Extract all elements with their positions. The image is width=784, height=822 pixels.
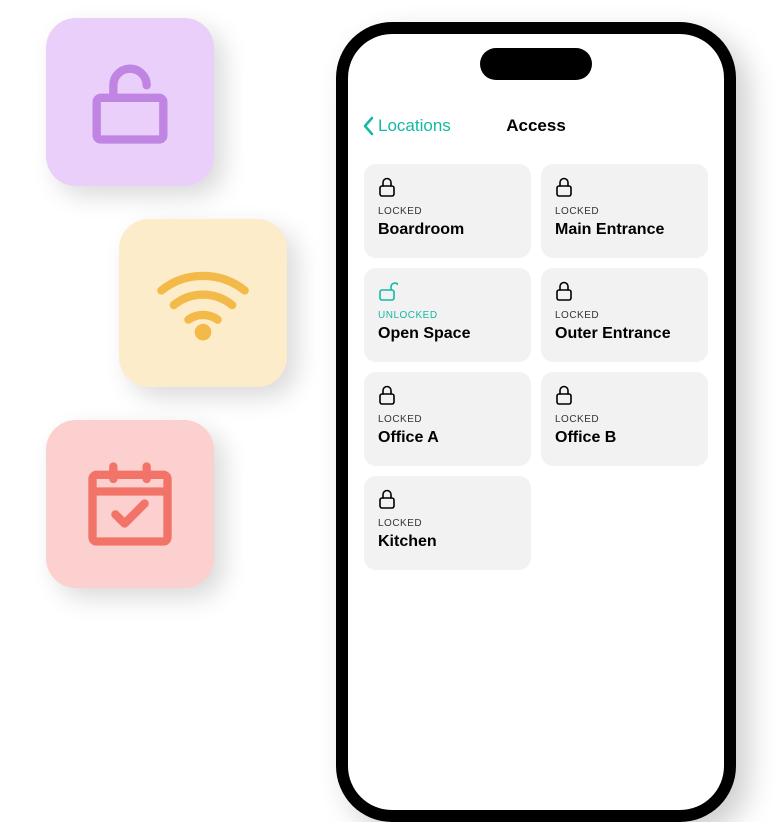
- access-tile[interactable]: LOCKED Office B: [541, 372, 708, 466]
- calendar-check-icon: [80, 454, 180, 554]
- wifi-icon: [153, 253, 253, 353]
- page-title: Access: [506, 116, 566, 136]
- tile-status: LOCKED: [378, 206, 517, 217]
- lock-icon: [378, 384, 517, 406]
- tile-status: LOCKED: [555, 206, 694, 217]
- tile-status: LOCKED: [378, 414, 517, 425]
- access-tile[interactable]: LOCKED Outer Entrance: [541, 268, 708, 362]
- feature-card-unlock: [46, 18, 214, 186]
- unlock-icon: [378, 280, 517, 302]
- lock-icon: [555, 384, 694, 406]
- nav-bar: Locations Access: [348, 106, 724, 146]
- access-tile[interactable]: LOCKED Kitchen: [364, 476, 531, 570]
- tile-status: UNLOCKED: [378, 310, 517, 321]
- tile-status: LOCKED: [378, 518, 517, 529]
- tile-name: Boardroom: [378, 221, 517, 239]
- feature-card-wifi: [119, 219, 287, 387]
- lock-icon: [555, 176, 694, 198]
- access-tile[interactable]: LOCKED Boardroom: [364, 164, 531, 258]
- lock-icon: [555, 280, 694, 302]
- unlock-icon: [80, 52, 180, 152]
- tile-status: LOCKED: [555, 414, 694, 425]
- tile-status: LOCKED: [555, 310, 694, 321]
- back-button[interactable]: Locations: [362, 116, 451, 136]
- access-tiles: LOCKED Boardroom LOCKED Main Entrance UNLOCK…: [364, 164, 708, 570]
- phone-screen: Locations Access LOCKED Boardroom LOCKED Ma…: [348, 34, 724, 810]
- back-label: Locations: [378, 116, 451, 136]
- tile-name: Main Entrance: [555, 221, 694, 239]
- feature-card-calendar: [46, 420, 214, 588]
- access-tile[interactable]: LOCKED Office A: [364, 372, 531, 466]
- access-tile[interactable]: UNLOCKED Open Space: [364, 268, 531, 362]
- phone-frame: Locations Access LOCKED Boardroom LOCKED Ma…: [336, 22, 736, 822]
- chevron-left-icon: [362, 116, 376, 136]
- lock-icon: [378, 176, 517, 198]
- dynamic-island: [480, 48, 592, 80]
- tile-name: Office B: [555, 429, 694, 447]
- tile-name: Kitchen: [378, 533, 517, 551]
- lock-icon: [378, 488, 517, 510]
- tile-name: Open Space: [378, 325, 517, 343]
- tile-name: Office A: [378, 429, 517, 447]
- access-tile[interactable]: LOCKED Main Entrance: [541, 164, 708, 258]
- tile-name: Outer Entrance: [555, 325, 694, 343]
